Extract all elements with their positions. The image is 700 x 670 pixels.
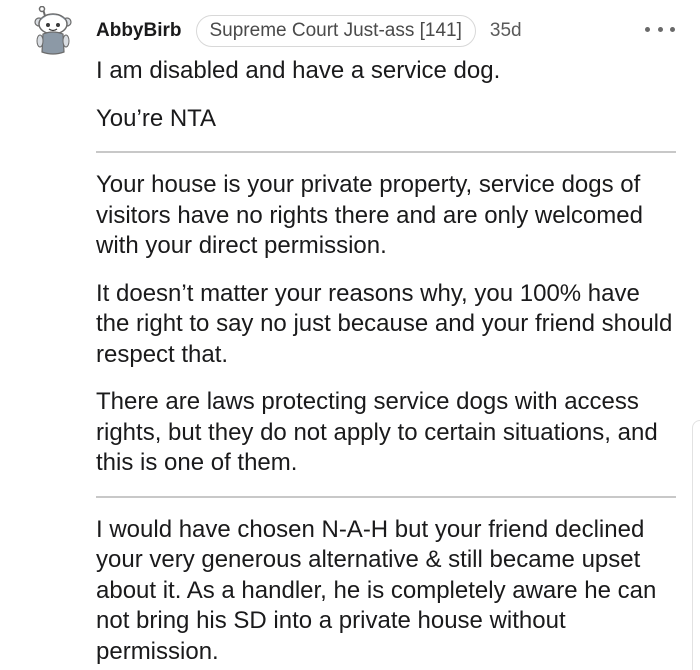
comment-body: I am disabled and have a service dog. Yo…	[96, 56, 676, 670]
more-dot-1	[645, 26, 650, 32]
more-dot-3	[670, 26, 675, 32]
comment-paragraph-3: Your house is your private property, ser…	[96, 171, 643, 259]
comment-age: 35d	[489, 20, 522, 41]
user-avatar-icon[interactable]	[31, 5, 75, 58]
comment: AbbyBirb Supreme Court Just-ass [141] 35…	[0, 0, 700, 670]
comment-paragraph-5: There are laws protecting service dogs w…	[96, 388, 658, 476]
comment-paragraph-4: It doesn’t matter your reasons why, you …	[96, 279, 673, 368]
more-options-icon[interactable]	[645, 20, 675, 38]
scroll-edge	[692, 420, 700, 670]
more-dot-2	[657, 26, 663, 32]
username-link[interactable]: AbbyBirb	[96, 20, 182, 42]
comment-paragraph-6: I would have chosen N-A-H but your frien…	[96, 515, 657, 665]
horizontal-rule-2	[96, 495, 676, 498]
comment-paragraph-1: I am disabled and have a service dog.	[96, 57, 501, 84]
comment-header: AbbyBirb Supreme Court Just-ass [141] 35…	[96, 14, 522, 48]
horizontal-rule-1	[96, 151, 676, 153]
user-flair-badge: Supreme Court Just-ass [141]	[195, 15, 476, 47]
comment-paragraph-2: You’re NTA	[96, 104, 217, 132]
